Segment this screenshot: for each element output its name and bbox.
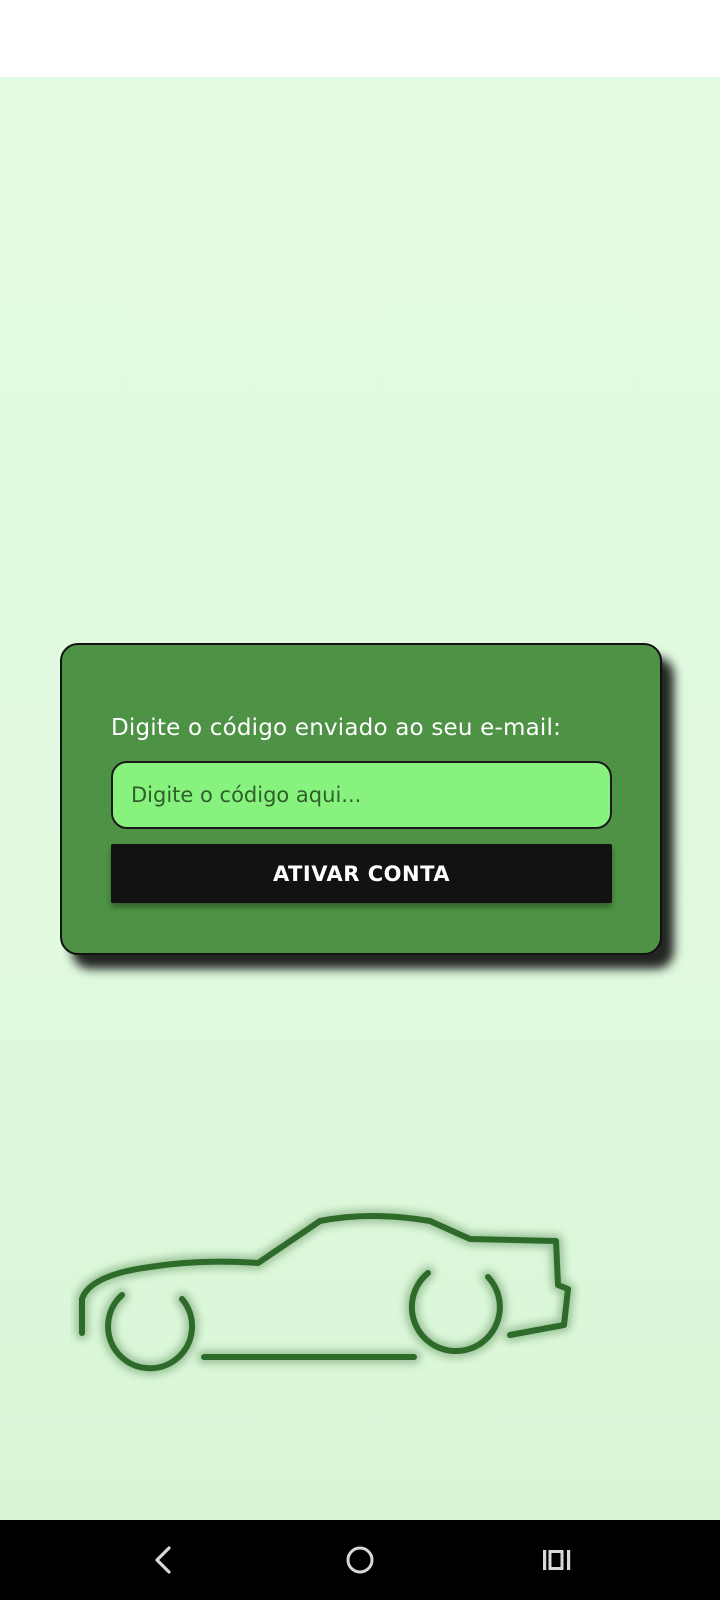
app-screen: Digite o código enviado ao seu e-mail: A… (0, 77, 720, 1520)
system-nav-bar (0, 1520, 720, 1600)
car-outline-icon (75, 1209, 575, 1376)
home-button[interactable] (330, 1534, 390, 1586)
code-prompt-label: Digite o código enviado ao seu e-mail: (111, 715, 562, 741)
back-button[interactable] (133, 1534, 193, 1586)
recents-icon (543, 1550, 571, 1570)
status-bar (0, 0, 720, 77)
back-icon (155, 1546, 171, 1574)
activation-card: Digite o código enviado ao seu e-mail: A… (60, 643, 662, 955)
code-input[interactable] (111, 761, 612, 829)
activate-account-button[interactable]: ATIVAR CONTA (111, 844, 612, 903)
home-icon (346, 1546, 374, 1574)
recents-button[interactable] (527, 1534, 587, 1586)
